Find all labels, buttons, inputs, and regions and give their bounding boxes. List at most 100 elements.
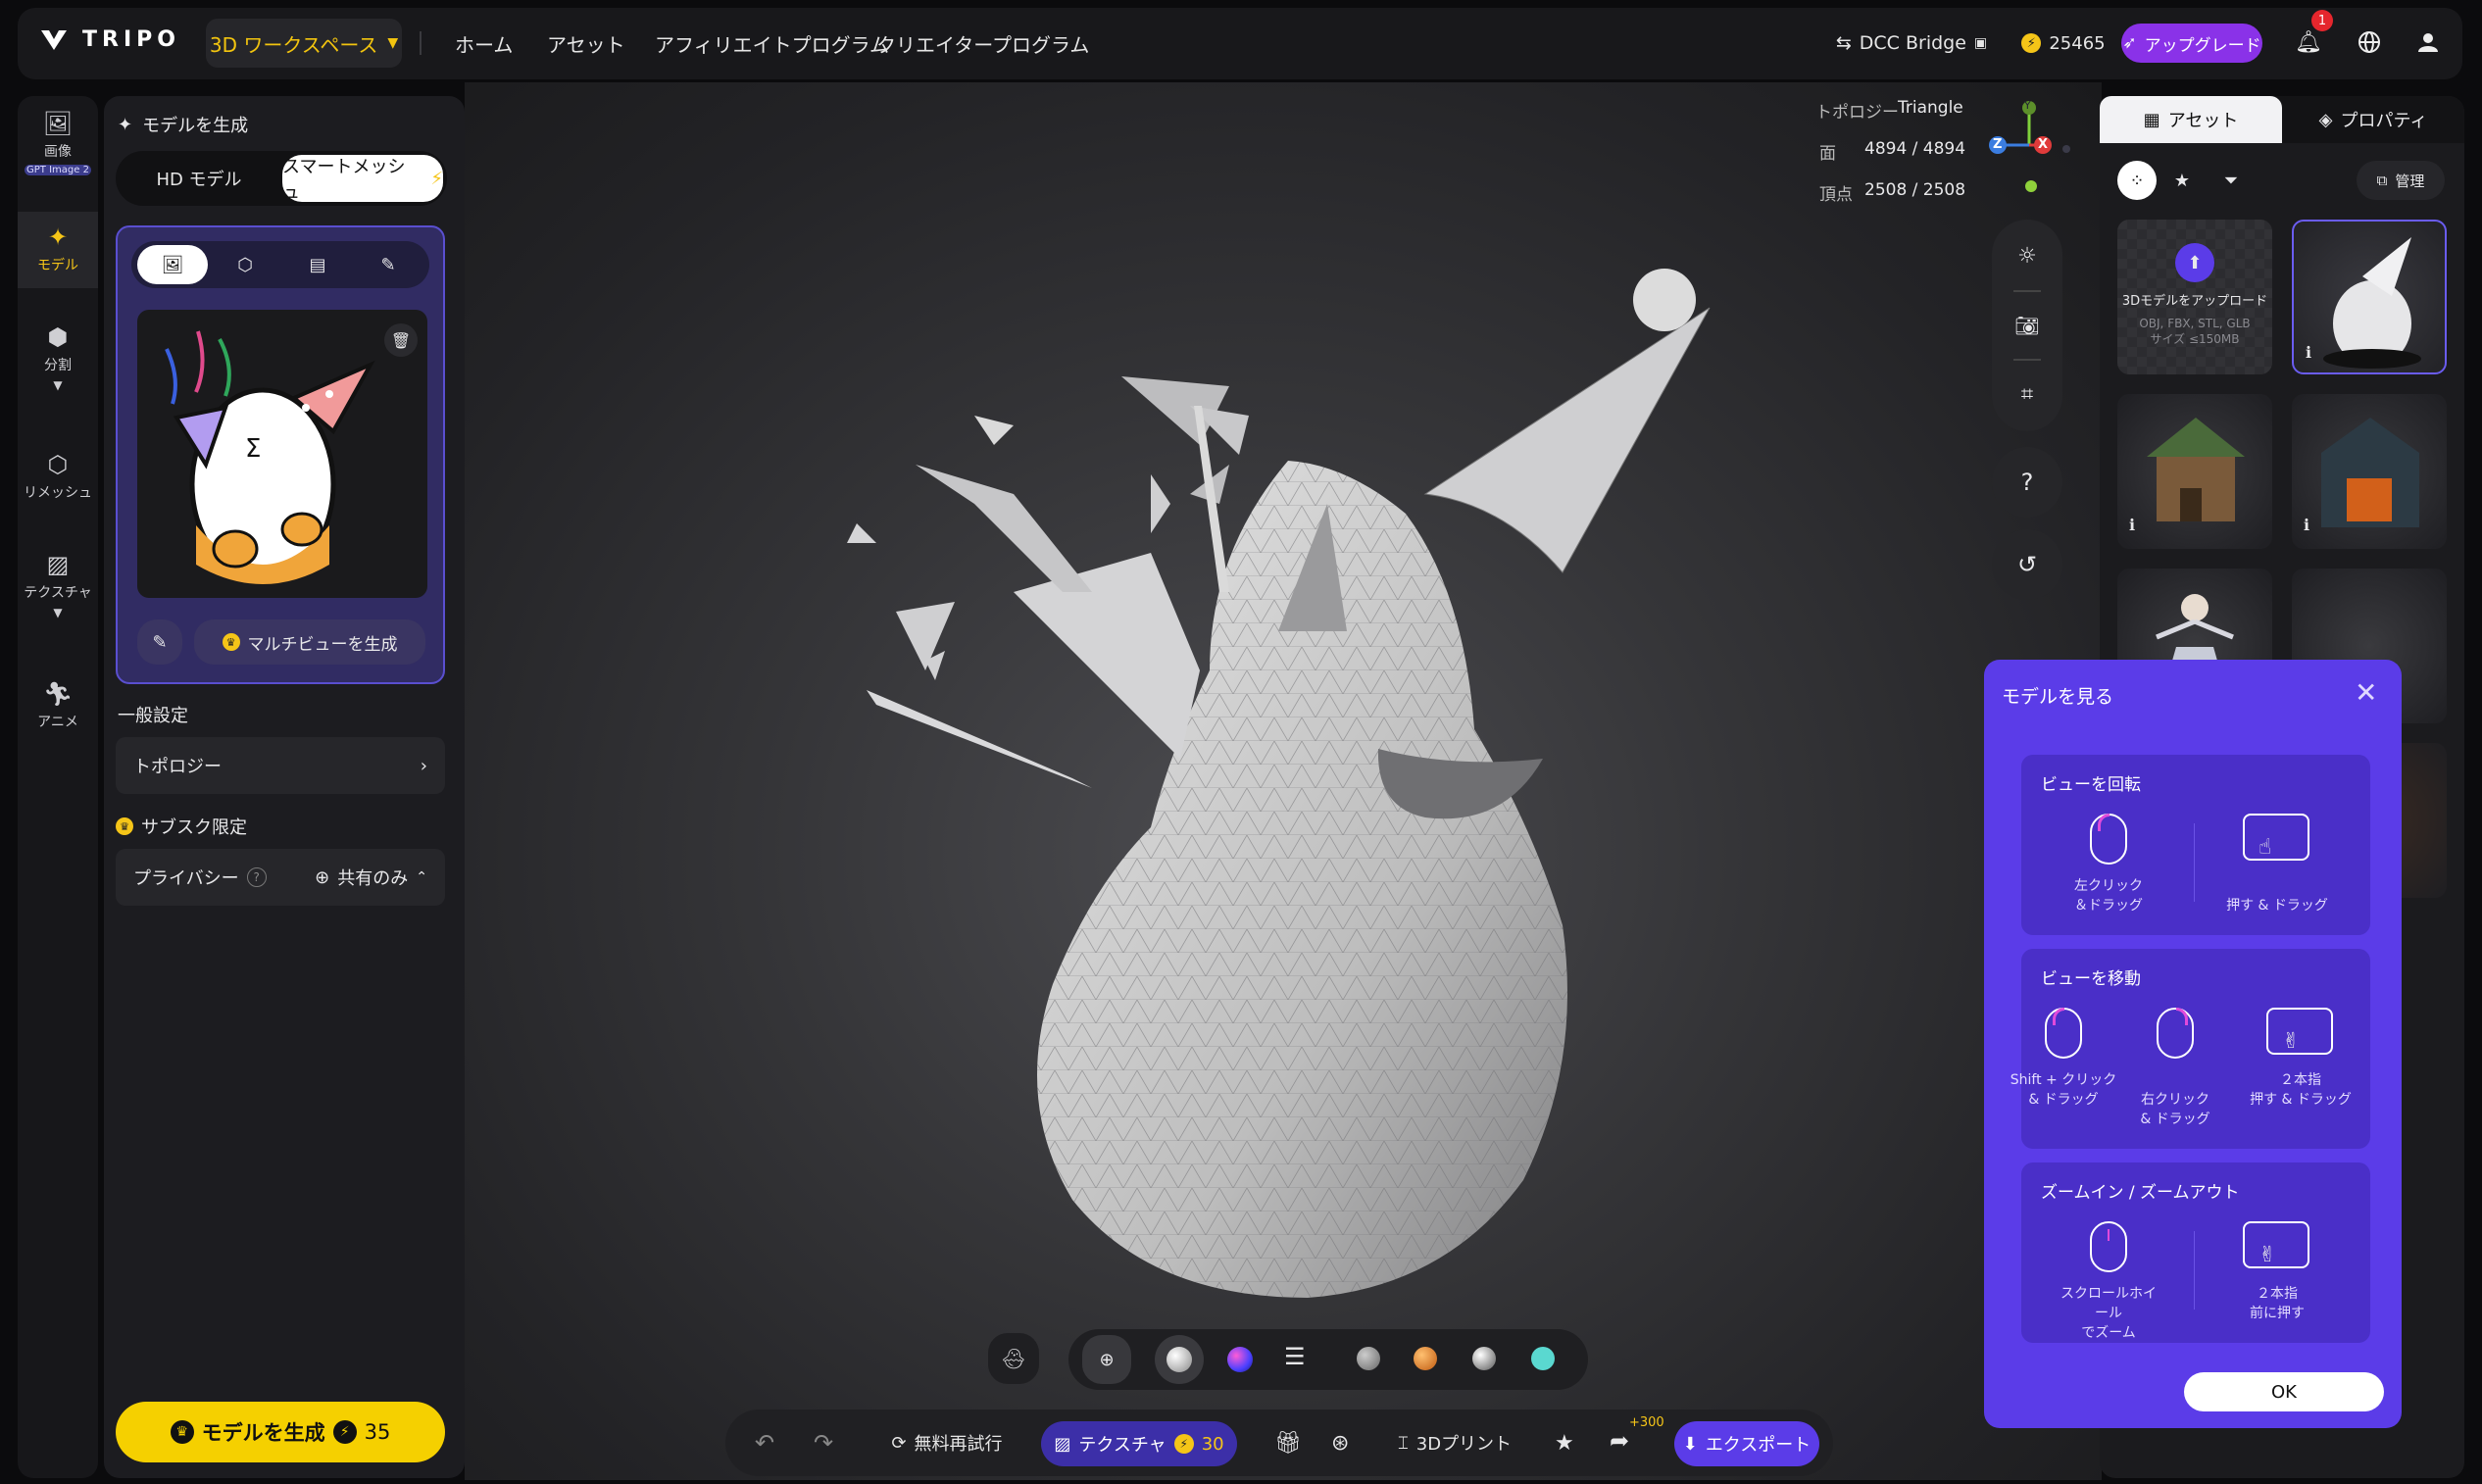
material-orange[interactable] — [1414, 1347, 1437, 1370]
faces-stat-label: 面 — [1819, 144, 1836, 164]
texture-button[interactable]: ▨ テクスチャ ⚡ 30 — [1041, 1421, 1237, 1466]
logo-text: TRIPO — [82, 27, 180, 52]
input-draw-tab[interactable]: ✎ — [353, 245, 423, 284]
dialog-title: モデルを見る — [2002, 686, 2114, 708]
account-button[interactable] — [2408, 22, 2449, 63]
material-normal[interactable] — [1227, 1347, 1253, 1372]
filter-button[interactable]: ⏷ — [2211, 161, 2251, 200]
topology-row[interactable]: トポロジー › — [116, 737, 445, 794]
delete-image-button[interactable]: 🗑︎ — [384, 323, 418, 357]
language-button[interactable] — [2349, 22, 2390, 63]
input-gallery-tab[interactable]: ▤ — [282, 245, 353, 284]
credits-display[interactable]: ⚡ 25465 — [2019, 24, 2108, 63]
chevron-down-icon: ▼ — [53, 378, 63, 392]
info-icon[interactable]: ℹ — [2306, 343, 2311, 362]
rotate-press-label: 押す & ドラッグ — [2226, 898, 2328, 914]
asset-thumb-fireplace[interactable]: ℹ — [2292, 394, 2447, 549]
gift-icon[interactable]: 🎁︎ — [1274, 1431, 1302, 1456]
texture-label: テクスチャ — [1078, 1435, 1167, 1456]
dcc-bridge-label: DCC Bridge — [1859, 32, 1966, 54]
rail-remesh-label: リメッシュ — [24, 485, 92, 501]
filter-favorites-button[interactable]: ★ — [2162, 161, 2202, 200]
filter-all-button[interactable]: ⁘ — [2117, 161, 2157, 200]
upgrade-button[interactable]: ➶ アップグレード — [2121, 24, 2262, 63]
material-teal[interactable] — [1531, 1347, 1555, 1370]
redo-icon[interactable]: ↷ — [814, 1429, 833, 1457]
wireframe-toggle[interactable]: ⊕ — [1082, 1335, 1131, 1384]
workspace-dropdown[interactable]: 3D ワークスペース ▼ — [206, 19, 402, 68]
material-chrome[interactable] — [1472, 1347, 1496, 1370]
upload-model-card[interactable]: ⬆ 3Dモデルをアップロード OBJ, FBX, STL, GLB サイズ ≤1… — [2117, 220, 2272, 374]
input-image-tab[interactable]: 🖼︎ — [137, 245, 208, 284]
nav-creator[interactable]: クリエイタープログラム — [876, 29, 1089, 58]
rig-icon[interactable]: ⊛ — [1331, 1431, 1349, 1456]
asset-preview — [2321, 418, 2419, 527]
rail-segment[interactable]: ⬢ 分割 ▼ — [18, 323, 98, 392]
lighting-icon[interactable]: ☼ — [2017, 244, 2037, 269]
asset-icon: ▦ — [2143, 109, 2160, 130]
mouse-wheel-icon — [2090, 1221, 2127, 1272]
tab-smart-mesh[interactable]: スマートメッシュ ⚡ — [282, 155, 443, 203]
rail-texture[interactable]: ▨ テクスチャ ▼ — [18, 551, 98, 619]
axis-gizmo[interactable]: Y Z X — [1980, 96, 2078, 194]
notifications-button[interactable]: 🔔︎ 1 — [2288, 10, 2333, 63]
close-icon[interactable]: ✕ — [2355, 676, 2377, 709]
rail-animate[interactable]: 🏃︎ アニメ — [18, 680, 98, 731]
pan-shift-label: Shift + クリック & ドラッグ — [2010, 1072, 2117, 1108]
input-image-preview[interactable]: Σ 🗑︎ — [137, 310, 427, 598]
help-icon[interactable]: ? — [246, 867, 267, 887]
generate-multiview-button[interactable]: ♛ マルチビューを生成 — [194, 619, 425, 665]
logo[interactable]: TRIPO — [39, 27, 180, 52]
info-icon[interactable]: ℹ — [2129, 516, 2135, 534]
tripo-logo-icon — [41, 29, 67, 50]
wireframe-icon: ⊕ — [1099, 1349, 1115, 1370]
share-button[interactable]: ➦ +300 — [1610, 1415, 1664, 1455]
3d-viewport[interactable] — [465, 82, 2102, 1480]
star-icon: ★ — [2173, 170, 2191, 191]
undo-icon[interactable]: ↶ — [755, 1429, 774, 1457]
generate-model-button[interactable]: ♛ モデルを生成 ⚡ 35 — [116, 1402, 445, 1462]
manage-button[interactable]: ⧉ 管理 — [2357, 161, 2445, 200]
edit-image-button[interactable]: ✎ — [137, 619, 182, 665]
divider — [2194, 1231, 2195, 1310]
rail-model[interactable]: ✦ モデル — [18, 223, 98, 274]
rail-image[interactable]: 🖼︎ 画像 GPT Image 2 — [18, 110, 98, 175]
grid-icon[interactable]: ⌗ — [2021, 382, 2033, 407]
history-button[interactable]: ↺ — [1992, 529, 2062, 600]
material-grey[interactable] — [1357, 1347, 1380, 1370]
tab-assets[interactable]: ▦ アセット — [2100, 96, 2282, 143]
cube-icon: ⬡ — [237, 254, 253, 275]
adjust-icon[interactable]: ☰ — [1284, 1343, 1306, 1370]
privacy-select[interactable]: ⊕ 共有のみ ⌃ — [315, 865, 427, 890]
dcc-bridge-button[interactable]: ⇆ DCC Bridge ▣ — [1823, 24, 2000, 63]
viewport-toolbar: ☼ 📷︎ ⌗ — [1992, 220, 2062, 431]
input-multiview-tab[interactable]: ⬡ — [210, 245, 280, 284]
3d-print-button[interactable]: ⌶ 3Dプリント — [1396, 1423, 1514, 1462]
layers-icon: ◈ — [2318, 109, 2333, 130]
asset-thumb-current[interactable]: ℹ — [2292, 220, 2447, 374]
camera-icon[interactable]: 📷︎ — [2014, 314, 2039, 337]
crown-coin-icon: ♛ — [222, 633, 240, 651]
star-icon[interactable]: ★ — [1555, 1431, 1574, 1456]
topology-stat-value: Triangle — [1898, 98, 1963, 118]
tab-properties[interactable]: ◈ プロパティ — [2282, 96, 2464, 143]
tab-hd-label: HD モデル — [156, 170, 242, 190]
texture-icon: ▨ — [1054, 1433, 1071, 1455]
free-retry-button[interactable]: ⟳ 無料再試行 — [880, 1423, 1014, 1462]
verts-stat-value: 2508 / 2508 — [1864, 180, 1966, 200]
export-button[interactable]: ⬇ エクスポート — [1674, 1421, 1819, 1466]
reference-thumb-button[interactable]: 🐣︎ — [988, 1333, 1039, 1384]
asset-thumb-house[interactable]: ℹ — [2117, 394, 2272, 549]
touchpad-icon: ✌︎ — [2266, 1008, 2333, 1055]
cube-icon: ⬢ — [47, 323, 69, 351]
tab-hd-model[interactable]: HD モデル — [122, 155, 276, 202]
nav-home[interactable]: ホーム — [455, 29, 513, 58]
rail-remesh[interactable]: ⬡ リメッシュ — [18, 451, 98, 502]
general-settings-heading: 一般設定 — [118, 706, 188, 726]
info-icon[interactable]: ℹ — [2304, 516, 2309, 534]
dialog-ok-button[interactable]: OK — [2184, 1372, 2384, 1411]
help-button[interactable]: ? — [1992, 447, 2062, 518]
privacy-row[interactable]: プライバシー ? ⊕ 共有のみ ⌃ — [116, 849, 445, 906]
nav-affiliate[interactable]: アフィリエイトプログラム — [655, 29, 889, 58]
nav-assets[interactable]: アセット — [547, 29, 625, 58]
